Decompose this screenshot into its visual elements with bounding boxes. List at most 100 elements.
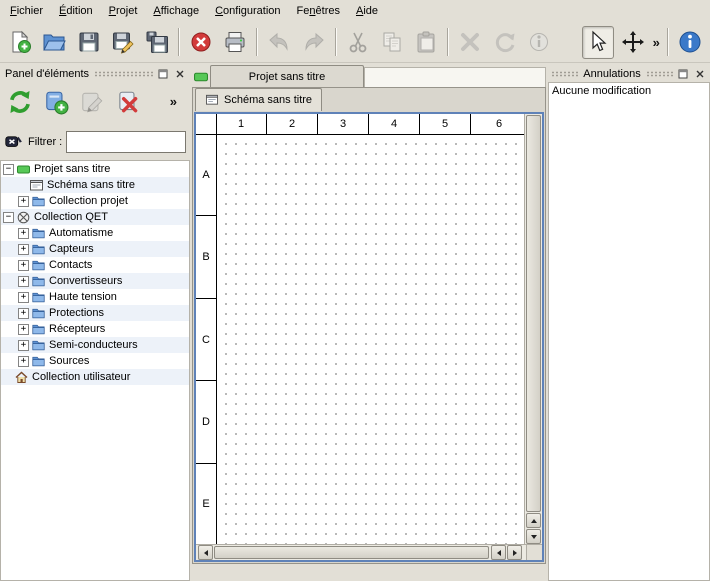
tree-item-semi-conducteurs[interactable]: +Semi-conducteurs xyxy=(1,337,189,353)
clear-filter-icon[interactable] xyxy=(4,133,24,151)
menu-aide[interactable]: Aide xyxy=(348,0,386,22)
row-ruler: ABCDE xyxy=(196,134,217,545)
expand-plus-icon[interactable]: + xyxy=(18,324,29,335)
horizontal-scrollbar[interactable] xyxy=(196,544,527,560)
vertical-scrollbar[interactable] xyxy=(524,114,542,545)
paste-icon xyxy=(414,30,438,54)
expand-plus-icon[interactable]: + xyxy=(18,276,29,287)
vscroll-thumb[interactable] xyxy=(526,115,541,512)
expand-plus-icon[interactable]: + xyxy=(18,196,29,207)
tree-item-label: Sources xyxy=(49,355,89,367)
project-window-menu[interactable] xyxy=(192,67,210,87)
collapse-minus-icon[interactable]: − xyxy=(3,212,14,223)
filter-label: Filtrer : xyxy=(28,136,62,148)
expand-plus-icon[interactable]: + xyxy=(18,308,29,319)
main-area: Panel d'éléments » Filtrer : −Projet san… xyxy=(0,63,710,581)
save-all-button[interactable] xyxy=(141,26,173,59)
scroll-right-button[interactable] xyxy=(507,545,522,560)
tree-item-schema-sans-titre[interactable]: Schéma sans titre xyxy=(1,177,189,193)
tree-item-automatisme[interactable]: +Automatisme xyxy=(1,225,189,241)
scroll-left-button[interactable] xyxy=(198,545,213,560)
elements-panel-header: Panel d'éléments xyxy=(0,65,190,82)
row-header-c: C xyxy=(196,299,216,381)
print-button[interactable] xyxy=(219,26,251,59)
tree-item-collection-utilisateur[interactable]: Collection utilisateur xyxy=(1,369,189,385)
elements-panel-toolbar: » xyxy=(0,82,190,120)
element-new-icon xyxy=(43,89,69,115)
float-panel-button[interactable] xyxy=(676,67,690,80)
scroll-down-button[interactable] xyxy=(526,529,541,544)
folder-icon xyxy=(32,291,45,304)
tree-item-haute-tension[interactable]: +Haute tension xyxy=(1,289,189,305)
close-panel-button[interactable] xyxy=(173,67,187,80)
scroll-left-button-2[interactable] xyxy=(491,545,506,560)
row-header-e: E xyxy=(196,464,216,545)
tree-item-convertisseurs[interactable]: + Convertisseurs xyxy=(1,273,189,289)
new-element-button[interactable] xyxy=(39,85,72,118)
open-file-button[interactable] xyxy=(38,26,70,59)
delete-element-button[interactable] xyxy=(111,85,144,118)
menu-projet[interactable]: Projet xyxy=(101,0,146,22)
about-button[interactable] xyxy=(674,26,706,59)
cursor-icon xyxy=(586,30,610,54)
tab-project[interactable]: Projet sans titre xyxy=(210,65,364,87)
dock-grip[interactable] xyxy=(551,71,578,77)
tab-diagram[interactable]: Schéma sans titre xyxy=(195,88,322,111)
tree-item-collection-qet[interactable]: −Collection QET xyxy=(1,209,189,225)
save-button[interactable] xyxy=(72,26,104,59)
toolbar-overflow[interactable]: » xyxy=(650,35,663,50)
close-file-button[interactable] xyxy=(185,26,217,59)
tree-item-capteurs[interactable]: +Capteurs xyxy=(1,241,189,257)
reload-collections-button[interactable] xyxy=(3,85,36,118)
diagram-view: 123456 ABCDE xyxy=(194,112,544,562)
expand-plus-icon[interactable]: + xyxy=(18,244,29,255)
pan-mode-button[interactable] xyxy=(616,26,648,59)
elements-panel-title: Panel d'éléments xyxy=(3,68,91,80)
tree-item-sources[interactable]: + Sources xyxy=(1,353,189,369)
tree-item-projet-sans-titre[interactable]: −Projet sans titre xyxy=(1,161,189,177)
filter-input[interactable] xyxy=(66,131,186,153)
expand-plus-icon[interactable]: + xyxy=(18,340,29,351)
expand-plus-icon[interactable]: + xyxy=(18,260,29,271)
diagram-icon xyxy=(30,179,43,192)
menu-affichage[interactable]: Affichage xyxy=(145,0,207,22)
dock-grip[interactable] xyxy=(94,71,153,77)
scroll-up-button[interactable] xyxy=(526,513,541,528)
open-folder-icon xyxy=(42,30,66,54)
hscroll-thumb[interactable] xyxy=(214,546,489,559)
column-header-2: 2 xyxy=(267,114,318,134)
undo-button xyxy=(263,26,295,59)
tree-item-collection-projet[interactable]: +Collection projet xyxy=(1,193,189,209)
new-file-button[interactable] xyxy=(4,26,36,59)
menu-fenetres[interactable]: Fenêtres xyxy=(289,0,348,22)
tree-item-recepteurs[interactable]: +Récepteurs xyxy=(1,321,189,337)
toolbar-separator xyxy=(667,28,669,56)
menu-edition[interactable]: Édition xyxy=(51,0,101,22)
elements-toolbar-overflow[interactable]: » xyxy=(167,94,180,109)
expand-plus-icon[interactable]: + xyxy=(18,292,29,303)
expand-plus-icon[interactable]: + xyxy=(18,228,29,239)
diagram-canvas[interactable] xyxy=(217,135,527,545)
float-panel-button[interactable] xyxy=(156,67,170,80)
application-window: FichierÉditionProjetAffichageConfigurati… xyxy=(0,0,710,581)
expand-plus-icon[interactable]: + xyxy=(18,356,29,367)
dock-grip[interactable] xyxy=(646,71,673,77)
save-as-icon xyxy=(111,30,135,54)
column-header-5: 5 xyxy=(420,114,471,134)
tree-item-label: Convertisseurs xyxy=(49,275,122,287)
info-blue-icon xyxy=(678,30,702,54)
menu-fichier[interactable]: Fichier xyxy=(2,0,51,22)
select-mode-button[interactable] xyxy=(582,26,614,59)
float-icon xyxy=(158,69,168,79)
collapse-minus-icon[interactable]: − xyxy=(3,164,14,175)
save-as-button[interactable] xyxy=(107,26,139,59)
tree-item-protections[interactable]: +Protections xyxy=(1,305,189,321)
menu-configuration[interactable]: Configuration xyxy=(207,0,288,22)
menu-bar: FichierÉditionProjetAffichageConfigurati… xyxy=(0,0,710,22)
close-icon xyxy=(175,69,185,79)
folder-icon xyxy=(32,243,45,256)
tree-item-contacts[interactable]: +Contacts xyxy=(1,257,189,273)
float-icon xyxy=(678,69,688,79)
close-panel-button[interactable] xyxy=(693,67,707,80)
tab-bar-empty-area xyxy=(364,67,546,87)
